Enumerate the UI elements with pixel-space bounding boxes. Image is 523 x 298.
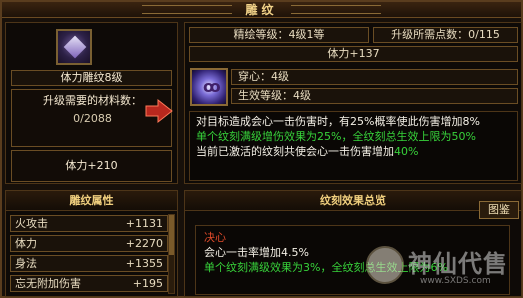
- attribute-value: +1131: [125, 217, 163, 230]
- stamina-bonus: 体力+137: [189, 46, 518, 62]
- title-bar: 雕纹: [2, 2, 521, 18]
- attribute-value: +2270: [125, 237, 163, 250]
- watermark-url: www.SXDS.com: [420, 276, 491, 286]
- desc-line-2: 单个纹刻满级增伤效果为25%，全纹刻总生效上限为50%: [196, 130, 476, 143]
- watermark-text: 神仙代售: [408, 250, 508, 278]
- title-decoration-left: [142, 5, 232, 14]
- attribute-value: +195: [132, 277, 163, 290]
- upgrade-points: 升级所需点数：0/115: [373, 27, 518, 43]
- attribute-row: 忘无附加伤害 +195: [10, 275, 168, 292]
- attribute-row: 火攻击 +1131: [10, 215, 168, 232]
- codex-button[interactable]: 图鉴: [479, 201, 519, 219]
- rune-description: 对目标造成会心一击伤害时，有25%概率使此伤害增加8% 单个纹刻满级增伤效果为2…: [189, 111, 518, 181]
- attribute-value: +1355: [125, 257, 163, 270]
- watermark-logo: [366, 246, 404, 284]
- attribute-row: 身法 +1355: [10, 255, 168, 272]
- desc-line-3-prefix: 当前已激活的纹刻共使会心一击伤害增加: [196, 145, 394, 158]
- attribute-row: 体力 +2270: [10, 235, 168, 252]
- item-name: 体力雕纹8级: [11, 70, 172, 86]
- item-stat: 体力+210: [11, 150, 172, 182]
- scrollbar-thumb[interactable]: [169, 215, 174, 255]
- rune-effective-level: 生效等级：4级: [231, 88, 518, 104]
- desc-line-1: 对目标造成会心一击伤害时，有25%概率使此伤害增加8%: [196, 115, 480, 128]
- attribute-name: 体力: [15, 237, 37, 250]
- rune-icon[interactable]: ꝏ: [190, 68, 228, 106]
- refine-rank: 精绘等级：4级1等: [189, 27, 369, 43]
- arrow-right-icon: [145, 98, 173, 124]
- effects-title: 纹刻效果总览: [185, 191, 521, 211]
- engraving-window: 雕纹 体力雕纹8级 升级需要的材料数： 0/2088 体力+210 精绘等级：4…: [0, 0, 523, 298]
- title-decoration-right: [291, 5, 381, 14]
- attributes-title: 雕纹属性: [6, 191, 177, 211]
- attribute-name: 忘无附加伤害: [15, 277, 81, 290]
- engraving-detail-panel: 精绘等级：4级1等 升级所需点数：0/115 体力+137 ꝏ 穿心：4级 生效…: [184, 22, 522, 184]
- gem-icon: [63, 35, 87, 59]
- attributes-panel: 雕纹属性 火攻击 +1131 体力 +2270 身法 +1355 忘无附加伤害 …: [5, 190, 178, 297]
- attribute-name: 身法: [15, 257, 37, 270]
- desc-line-3-value: 40%: [394, 145, 419, 158]
- watermark: 神仙代售 www.SXDS.com: [362, 240, 522, 290]
- engraving-item-icon[interactable]: [56, 29, 92, 65]
- window-title: 雕纹: [245, 3, 278, 17]
- rune-name: 穿心：4级: [231, 69, 518, 85]
- attributes-scrollbar[interactable]: [168, 214, 175, 294]
- attribute-name: 火攻击: [15, 217, 48, 230]
- desc-line-3: 当前已激活的纹刻共使会心一击伤害增加40%: [196, 144, 511, 159]
